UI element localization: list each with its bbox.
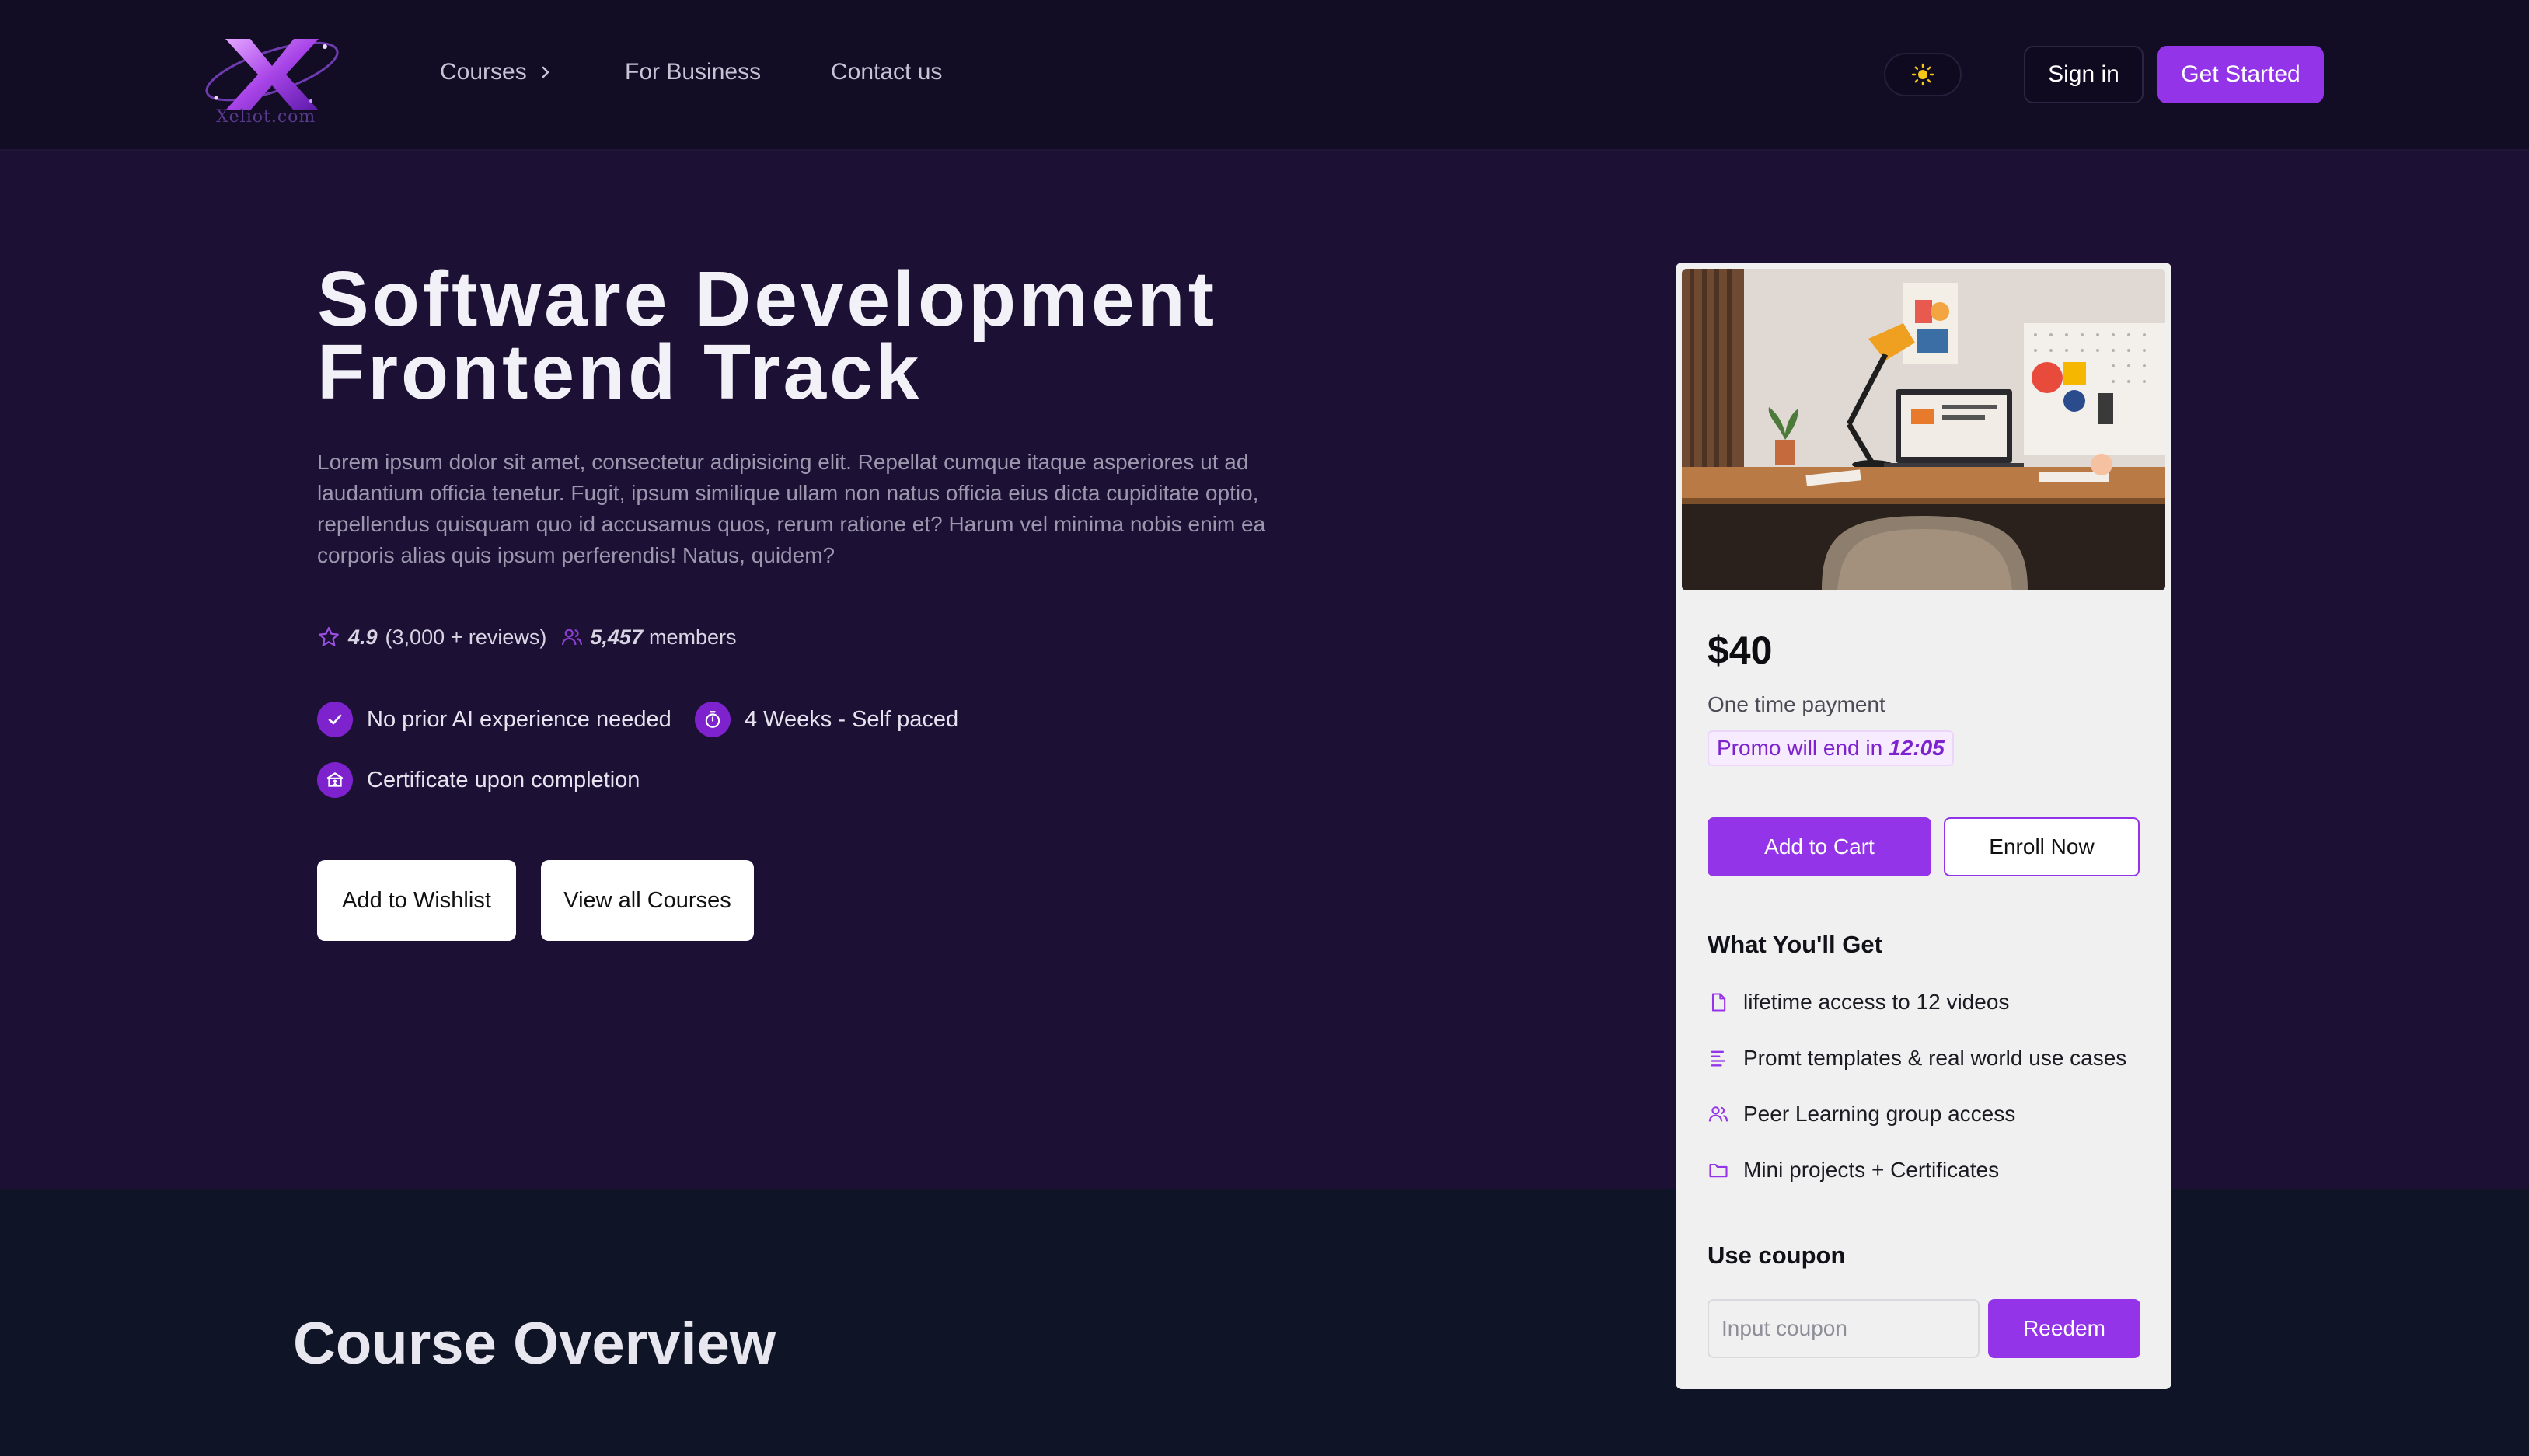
site-header: Xeliot.com Courses For Business Contact … bbox=[0, 0, 2529, 151]
course-overview-title: Course Overview bbox=[293, 1311, 776, 1377]
course-title: Software Development Frontend Track bbox=[317, 260, 1217, 411]
course-price: $40 bbox=[1708, 629, 1773, 672]
feature-label: No prior AI experience needed bbox=[367, 706, 671, 732]
purchase-card: $40 One time payment Promo will end in 1… bbox=[1676, 263, 2171, 1389]
promo-text: Promo will end in bbox=[1717, 736, 1883, 760]
check-icon bbox=[317, 702, 353, 737]
star-icon bbox=[319, 627, 339, 646]
align-left-icon bbox=[1711, 1050, 1726, 1067]
get-started-button[interactable]: Get Started bbox=[2157, 46, 2324, 103]
course-description: Lorem ipsum dolor sit amet, consectetur … bbox=[317, 450, 1266, 567]
feature-duration: 4 Weeks - Self paced bbox=[695, 702, 958, 737]
stopwatch-icon bbox=[695, 702, 731, 737]
add-to-cart-button[interactable]: Add to Cart bbox=[1708, 817, 1931, 876]
users-icon bbox=[1708, 1106, 1728, 1122]
members-count: 5,457 bbox=[590, 625, 643, 649]
redeem-button[interactable]: Reedem bbox=[1988, 1299, 2140, 1358]
nav-contact-us[interactable]: Contact us bbox=[831, 59, 942, 85]
promo-countdown: 12:05 bbox=[1889, 736, 1945, 760]
sign-in-button[interactable]: Sign in bbox=[2024, 46, 2144, 103]
users-icon bbox=[562, 629, 583, 646]
add-to-wishlist-button[interactable]: Add to Wishlist bbox=[317, 860, 516, 941]
site-logo[interactable]: Xeliot.com bbox=[194, 23, 350, 132]
file-icon bbox=[1711, 993, 1726, 1012]
chevron-right-icon bbox=[542, 66, 549, 78]
logo-text: Xeliot.com bbox=[216, 107, 316, 127]
sun-icon bbox=[1911, 63, 1934, 86]
payment-note: One time payment bbox=[1708, 692, 1885, 716]
benefit-item: Peer Learning group access bbox=[1708, 1102, 2015, 1127]
nav-courses-label: Courses bbox=[440, 59, 527, 85]
rating-value: 4.9 bbox=[348, 625, 378, 649]
theme-toggle-button[interactable] bbox=[1884, 53, 1962, 96]
members-label: members bbox=[648, 625, 737, 649]
benefit-label: Peer Learning group access bbox=[1743, 1102, 2016, 1126]
benefit-label: Mini projects + Certificates bbox=[1743, 1158, 2000, 1182]
feature-certificate: Certificate upon completion bbox=[317, 762, 640, 798]
view-all-courses-button[interactable]: View all Courses bbox=[541, 860, 754, 941]
desk-workspace-illustration bbox=[1682, 269, 2165, 590]
benefit-item: Promt templates & real world use cases bbox=[1708, 1046, 2126, 1071]
course-title-line-2: Frontend Track bbox=[317, 329, 923, 416]
enroll-now-button[interactable]: Enroll Now bbox=[1944, 817, 2140, 876]
what-you-get-title: What You'll Get bbox=[1708, 931, 1882, 958]
promo-badge: Promo will end in 12:05 bbox=[1708, 730, 1954, 766]
folder-icon bbox=[1709, 1163, 1728, 1178]
nav-courses[interactable]: Courses bbox=[440, 59, 552, 85]
nav-for-business-label: For Business bbox=[625, 59, 762, 85]
benefit-label: lifetime access to 12 videos bbox=[1743, 990, 2010, 1014]
nav-contact-us-label: Contact us bbox=[831, 59, 943, 85]
feature-no-prior-experience: No prior AI experience needed bbox=[317, 702, 671, 737]
benefit-label: Promt templates & real world use cases bbox=[1743, 1046, 2127, 1070]
feature-label: Certificate upon completion bbox=[367, 767, 640, 792]
feature-label: 4 Weeks - Self paced bbox=[745, 706, 959, 732]
certificate-icon bbox=[317, 762, 353, 798]
benefit-item: Mini projects + Certificates bbox=[1708, 1158, 1999, 1183]
coupon-input[interactable] bbox=[1708, 1299, 1980, 1358]
benefit-item: lifetime access to 12 videos bbox=[1708, 990, 2009, 1015]
use-coupon-title: Use coupon bbox=[1708, 1242, 1846, 1269]
nav-for-business[interactable]: For Business bbox=[625, 59, 761, 85]
course-image bbox=[1682, 269, 2165, 590]
reviews-count: (3,000 + reviews) bbox=[385, 625, 547, 649]
rating-row: 4.9 (3,000 + reviews) 5,457 members bbox=[317, 622, 737, 653]
